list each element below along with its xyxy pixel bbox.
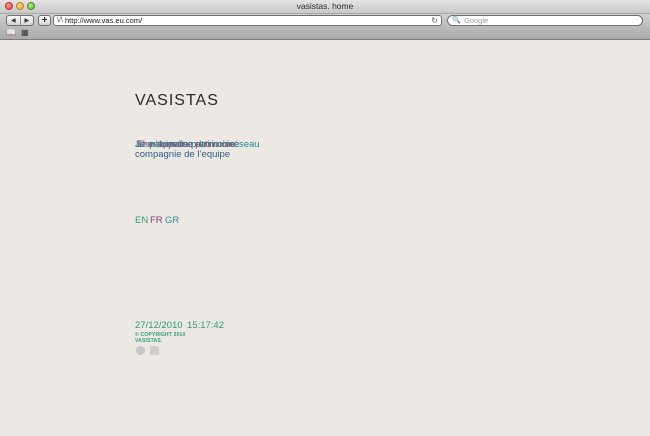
search-input[interactable]	[464, 16, 634, 25]
site-logo[interactable]: VASISTAS	[135, 92, 219, 110]
overlap-line: compagnie de l’equipe	[135, 149, 231, 160]
window-title: vasistas. home	[296, 1, 354, 11]
forward-button[interactable]: ▶	[19, 16, 34, 25]
nav-buttons: ◀ ▶	[6, 15, 34, 26]
title-bar: vasistas. home	[0, 0, 650, 14]
language-en-link[interactable]: EN	[135, 215, 148, 226]
language-gr-link[interactable]: GR	[165, 215, 179, 226]
grid-icon[interactable]: ▦	[21, 28, 29, 37]
forward-arrow-icon: ▶	[24, 18, 30, 24]
social-icon[interactable]	[136, 346, 145, 355]
favicon-icon: \/\	[57, 17, 63, 24]
search-bar[interactable]: 🔍	[447, 15, 643, 26]
book-icon[interactable]: 📖	[6, 28, 16, 37]
upload-icon[interactable]	[150, 346, 159, 355]
overlapping-text: Je m’appelle patrimoine The domaine patr…	[135, 140, 305, 164]
address-bar[interactable]: \/\ ↻	[53, 15, 442, 26]
language-fr-link[interactable]: FR	[150, 215, 163, 226]
browser-toolbar: ◀ ▶ + \/\ ↻ 🔍 📖 ▦	[0, 14, 650, 40]
plus-icon: +	[41, 15, 48, 26]
date-display: 27/12/2010	[135, 320, 183, 331]
time-display: 15:17:42	[187, 320, 224, 331]
search-icon: 🔍	[452, 17, 461, 24]
url-input[interactable]	[65, 16, 405, 25]
back-button[interactable]: ◀	[7, 16, 20, 25]
add-bookmark-button[interactable]: +	[38, 15, 51, 26]
back-arrow-icon: ◀	[10, 18, 16, 24]
copyright-company: VASISTAS.	[135, 338, 163, 344]
reload-icon[interactable]: ↻	[431, 16, 438, 25]
